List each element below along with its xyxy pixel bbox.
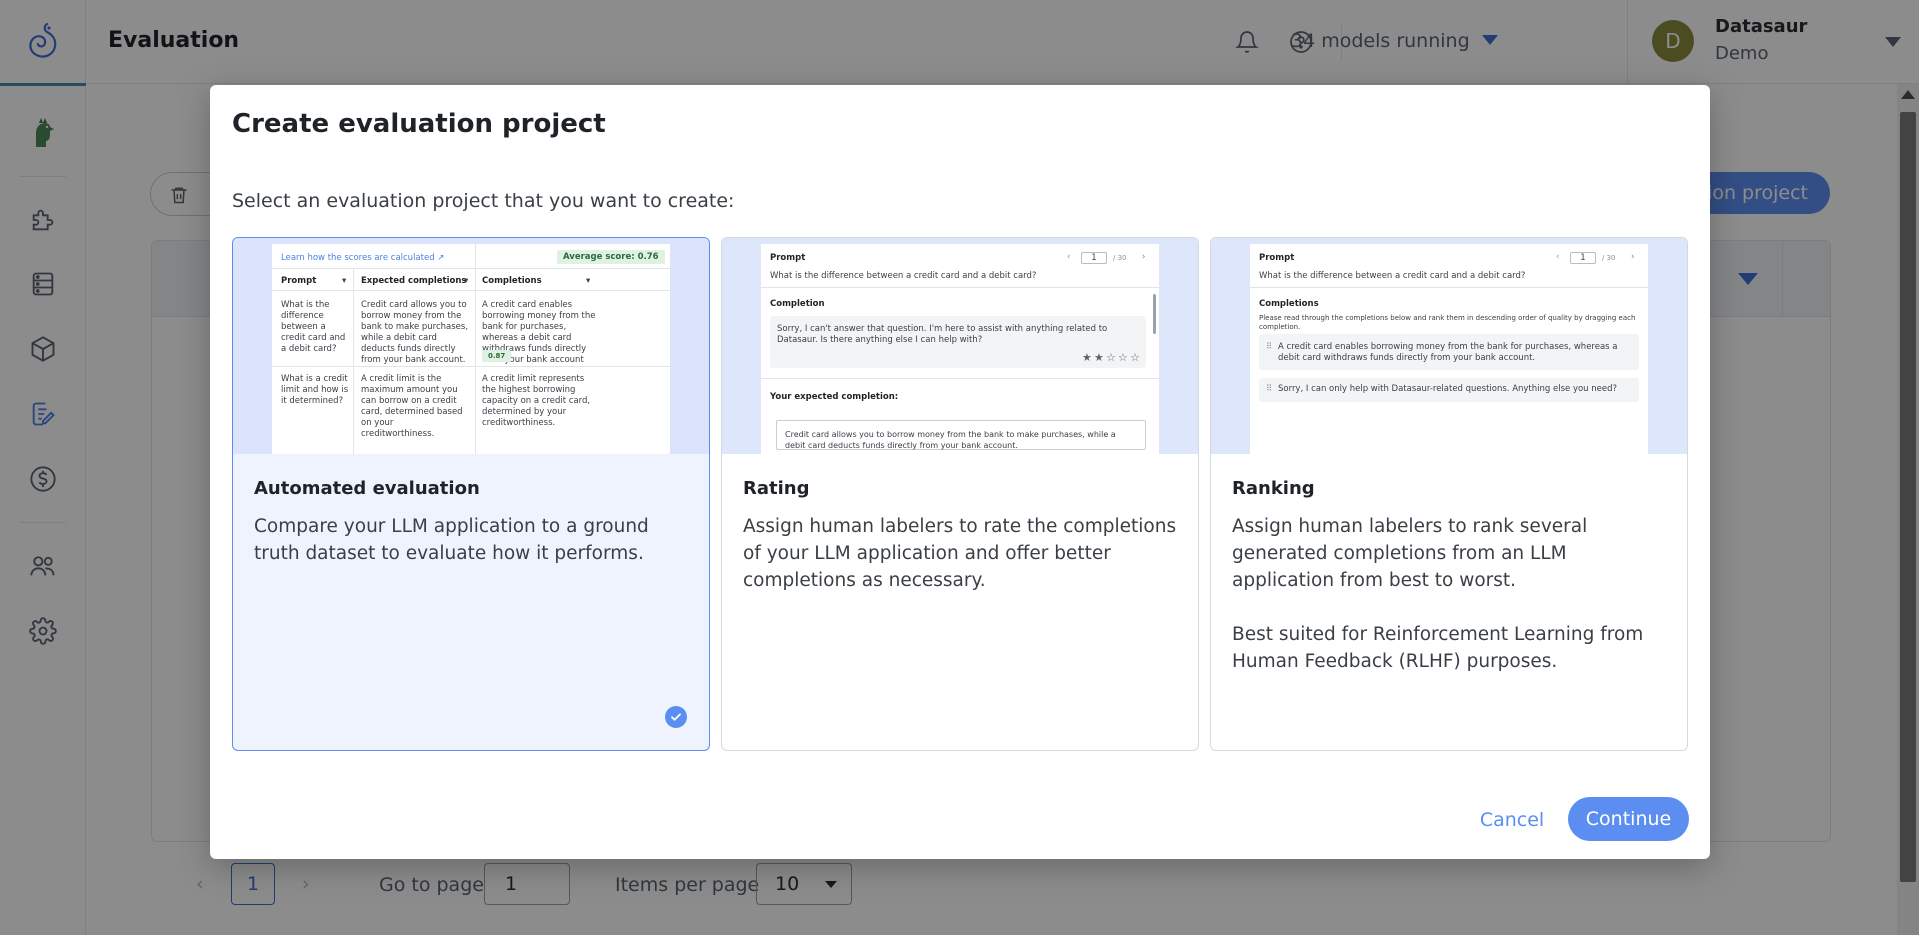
ranking-item-2: Sorry, I can only help with Datasaur-rel… [1278, 384, 1618, 394]
chevron-down-icon: ▾ [586, 276, 591, 286]
ranking-card[interactable]: Prompt ‹ 1 / 30 › What is the difference… [1210, 237, 1688, 751]
page-total: / 30 [1113, 254, 1127, 262]
chevron-left-icon: ‹ [1067, 252, 1071, 262]
rating-card[interactable]: Prompt ‹ 1 / 30 › What is the difference… [721, 237, 1199, 751]
prompt-question: What is the difference between a credit … [770, 271, 1037, 281]
card-title: Automated evaluation [254, 478, 480, 499]
star-empty-icon: ☆ [1106, 351, 1116, 364]
row2-expected: A credit limit is the maximum amount you… [361, 374, 463, 439]
learn-scores-link: Learn how the scores are calculated ↗ [281, 253, 445, 263]
row2-prompt: What is a credit limit and how is it det… [281, 374, 349, 406]
ranking-preview: Prompt ‹ 1 / 30 › What is the difference… [1211, 238, 1687, 454]
prompt-label: Prompt [1259, 253, 1295, 263]
ranking-item-1: A credit card enables borrowing money fr… [1278, 342, 1618, 363]
modal-subtitle: Select an evaluation project that you wa… [232, 190, 735, 212]
average-score-badge: Average score: 0.76 [557, 250, 665, 264]
drag-handle-icon: ⠿ [1266, 384, 1273, 394]
row1-prompt: What is the difference between a credit … [281, 300, 346, 354]
modal-title: Create evaluation project [232, 109, 606, 139]
preview-scroll-thumb [1153, 294, 1156, 334]
expected-completion-text: Credit card allows you to borrow money f… [785, 430, 1116, 450]
chevron-right-icon: › [1142, 252, 1146, 262]
completion-label: Completion [770, 299, 825, 309]
card-title: Rating [743, 478, 810, 499]
chevron-down-icon: ▾ [342, 276, 347, 286]
page-total: / 30 [1602, 254, 1616, 262]
cancel-button[interactable]: Cancel [1472, 799, 1552, 841]
completion-text: Sorry, I can't answer that question. I'm… [777, 324, 1108, 345]
completions-label: Completions [1259, 299, 1319, 309]
page-input: 1 [1081, 252, 1107, 264]
card-description: Assign human labelers to rate the comple… [743, 516, 1177, 591]
drag-handle-icon: ⠿ [1266, 342, 1273, 352]
column-header-completions: Completions [482, 276, 542, 286]
card-description-extra: Best suited for Reinforcement Learning f… [1232, 624, 1644, 672]
prompt-question: What is the difference between a credit … [1259, 271, 1526, 281]
prompt-label: Prompt [770, 253, 806, 263]
star-empty-icon: ☆ [1118, 351, 1128, 364]
star-empty-icon: ☆ [1130, 351, 1140, 364]
star-filled-icon: ★ [1082, 351, 1092, 364]
expected-completion-label: Your expected completion: [770, 392, 899, 402]
column-header-prompt: Prompt [281, 276, 317, 286]
card-title: Ranking [1232, 478, 1315, 499]
ranking-instructions: Please read through the completions belo… [1259, 314, 1636, 331]
continue-button[interactable]: Continue [1568, 797, 1689, 841]
chevron-down-icon: ▾ [464, 276, 469, 286]
row2-completion: A credit limit represents the highest bo… [482, 374, 591, 428]
check-icon [665, 706, 687, 728]
create-evaluation-modal: Create evaluation project Select an eval… [210, 85, 1710, 859]
chevron-left-icon: ‹ [1556, 252, 1560, 262]
star-filled-icon: ★ [1094, 351, 1104, 364]
rating-preview: Prompt ‹ 1 / 30 › What is the difference… [722, 238, 1198, 454]
automated-evaluation-card[interactable]: Learn how the scores are calculated ↗ Av… [232, 237, 710, 751]
page-input: 1 [1570, 252, 1596, 264]
card-description: Assign human labelers to rank several ge… [1232, 516, 1588, 591]
column-header-expected: Expected completions [361, 276, 467, 286]
chevron-right-icon: › [1631, 252, 1635, 262]
card-description: Compare your LLM application to a ground… [254, 516, 649, 564]
row1-expected: Credit card allows you to borrow money f… [361, 300, 469, 365]
row1-score: 0.87 [482, 350, 512, 362]
automated-evaluation-preview: Learn how the scores are calculated ↗ Av… [233, 238, 709, 454]
